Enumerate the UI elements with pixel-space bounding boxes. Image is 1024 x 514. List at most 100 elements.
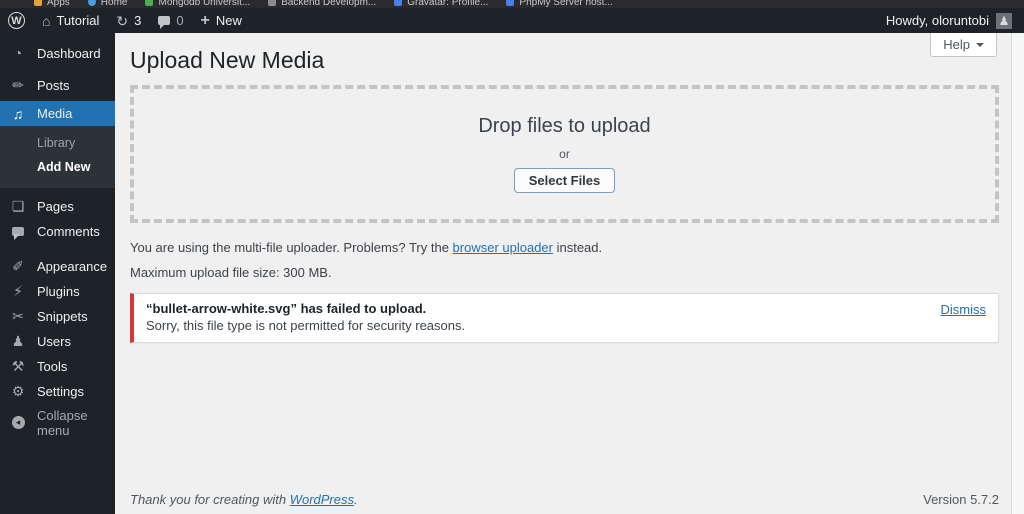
site-name-label: Tutorial xyxy=(56,13,99,28)
avatar: ♟ xyxy=(996,13,1012,29)
media-icon: ♫ xyxy=(8,106,28,122)
browser-uploader-link[interactable]: browser uploader xyxy=(453,240,553,255)
bookmark-label: Apps xyxy=(47,0,70,8)
new-content-menu[interactable]: + New xyxy=(201,13,242,29)
updates-count: 3 xyxy=(134,13,141,28)
comment-bubble-icon xyxy=(158,16,170,25)
mongodb-leaf-icon xyxy=(145,0,153,6)
bookmark-label: PhpMy Server host... xyxy=(519,0,612,8)
sidebar-item-settings[interactable]: ⚙ Settings xyxy=(0,379,115,404)
bookmark-page-icon xyxy=(394,0,402,6)
submenu-item-library[interactable]: Library xyxy=(0,131,115,155)
collapse-menu-button[interactable]: ◂ Collapse menu xyxy=(0,410,115,435)
collapse-menu-label: Collapse menu xyxy=(37,408,107,438)
bookmark-label: Backend Developm... xyxy=(281,0,376,8)
site-name-link[interactable]: ⌂ Tutorial xyxy=(42,13,99,28)
settings-icon: ⚙ xyxy=(8,383,28,400)
bookmark-home[interactable]: Home xyxy=(88,0,128,8)
bookmark-backend[interactable]: Backend Developm... xyxy=(268,0,376,8)
bookmark-gravatar[interactable]: Gravatar: Profile... xyxy=(394,0,488,8)
sidebar-item-label: Comments xyxy=(37,224,100,239)
users-icon: ♟ xyxy=(8,333,28,350)
help-label: Help xyxy=(943,37,970,52)
sidebar-item-tools[interactable]: ⚒ Tools xyxy=(0,354,115,379)
collapse-icon: ◂ xyxy=(8,416,28,429)
sidebar-item-label: Posts xyxy=(37,78,70,93)
admin-footer: Thank you for creating with WordPress. V… xyxy=(130,492,999,507)
footer-thanks-text: . xyxy=(354,492,358,507)
sidebar-item-posts[interactable]: ✏ Posts xyxy=(0,69,115,101)
sidebar-item-label: Media xyxy=(37,106,72,121)
max-upload-size-text: Maximum upload file size: 300 MB. xyxy=(130,265,999,280)
sidebar-item-label: Tools xyxy=(37,359,67,374)
submenu-item-add-new[interactable]: Add New xyxy=(0,155,115,179)
snippets-icon: ✂ xyxy=(8,308,28,325)
updates-link[interactable]: ↻ 3 xyxy=(116,13,141,28)
bookmark-page-icon xyxy=(268,0,276,6)
scrollbar-track[interactable] xyxy=(1011,33,1024,514)
sidebar-item-snippets[interactable]: ✂ Snippets xyxy=(0,304,115,329)
comments-link[interactable]: 0 xyxy=(158,13,183,28)
sidebar-item-label: Users xyxy=(37,334,71,349)
account-menu[interactable]: Howdy, oloruntobi ♟ xyxy=(886,13,1012,29)
sidebar-item-label: Dashboard xyxy=(37,46,101,61)
main-content: Help Upload New Media Drop files to uplo… xyxy=(115,33,1011,514)
sidebar-item-label: Plugins xyxy=(37,284,80,299)
howdy-label: Howdy, oloruntobi xyxy=(886,13,989,28)
posts-icon: ✏ xyxy=(8,77,28,94)
plugins-icon: ⚡ xyxy=(8,283,28,300)
twitter-bird-icon xyxy=(88,0,96,6)
sidebar-item-label: Settings xyxy=(37,384,84,399)
admin-sidebar: ◔ Dashboard ✏ Posts ♫ Media Library Add … xyxy=(0,33,115,514)
wp-logo-menu[interactable]: W xyxy=(8,12,25,29)
uploader-note: You are using the multi-file uploader. P… xyxy=(130,240,999,255)
dashboard-icon: ◔ xyxy=(8,45,28,61)
bookmark-label: Gravatar: Profile... xyxy=(407,0,488,8)
wordpress-link[interactable]: WordPress xyxy=(290,492,354,507)
sidebar-item-media[interactable]: ♫ Media xyxy=(0,101,115,126)
apps-grid-icon xyxy=(34,0,42,6)
sidebar-item-pages[interactable]: ❏ Pages xyxy=(0,194,115,219)
dropzone-or-text: or xyxy=(559,147,570,161)
sidebar-item-label: Pages xyxy=(37,199,74,214)
uploader-note-text: instead. xyxy=(553,240,602,255)
help-button[interactable]: Help xyxy=(930,33,997,57)
sidebar-item-dashboard[interactable]: ◔ Dashboard xyxy=(0,37,115,69)
uploader-note-text: You are using the multi-file uploader. P… xyxy=(130,240,453,255)
bookmark-label: Mongodb Universit... xyxy=(158,0,250,8)
dropzone-headline: Drop files to upload xyxy=(478,115,650,138)
tools-icon: ⚒ xyxy=(8,358,28,375)
footer-thanks: Thank you for creating with WordPress. xyxy=(130,492,358,507)
wordpress-logo-icon: W xyxy=(8,12,25,29)
sidebar-item-label: Snippets xyxy=(37,309,88,324)
bookmark-label: Home xyxy=(101,0,128,8)
dismiss-link[interactable]: Dismiss xyxy=(941,302,987,317)
footer-thanks-text: Thank you for creating with xyxy=(130,492,290,507)
plus-icon: + xyxy=(201,13,210,29)
upload-dropzone[interactable]: Drop files to upload or Select Files xyxy=(130,85,999,223)
sidebar-item-label: Appearance xyxy=(37,259,107,274)
bookmark-server[interactable]: PhpMy Server host... xyxy=(506,0,612,8)
appearance-icon: ✐ xyxy=(8,258,28,275)
new-label: New xyxy=(216,13,242,28)
updates-icon: ↻ xyxy=(116,14,128,28)
browser-bookmarks-bar: Apps Home Mongodb Universit... Backend D… xyxy=(0,0,1024,8)
wp-admin-bar: W ⌂ Tutorial ↻ 3 0 + New Howdy, olorunto… xyxy=(0,8,1024,33)
sidebar-item-comments[interactable]: Comments xyxy=(0,219,115,244)
version-label: Version 5.7.2 xyxy=(923,492,999,507)
sidebar-item-plugins[interactable]: ⚡ Plugins xyxy=(0,279,115,304)
bookmark-page-icon xyxy=(506,0,514,6)
home-icon: ⌂ xyxy=(42,14,50,28)
comments-icon xyxy=(8,227,28,236)
select-files-button[interactable]: Select Files xyxy=(514,168,616,193)
sidebar-item-users[interactable]: ♟ Users xyxy=(0,329,115,354)
bookmark-mongodb[interactable]: Mongodb Universit... xyxy=(145,0,250,8)
pages-icon: ❏ xyxy=(8,198,28,215)
error-notice-message: Sorry, this file type is not permitted f… xyxy=(146,318,986,333)
upload-error-notice: “bullet-arrow-white.svg” has failed to u… xyxy=(130,293,999,343)
sidebar-item-appearance[interactable]: ✐ Appearance xyxy=(0,254,115,279)
bookmark-apps[interactable]: Apps xyxy=(34,0,70,8)
media-submenu: Library Add New xyxy=(0,126,115,188)
chevron-down-icon xyxy=(976,43,984,51)
comments-count: 0 xyxy=(176,13,183,28)
